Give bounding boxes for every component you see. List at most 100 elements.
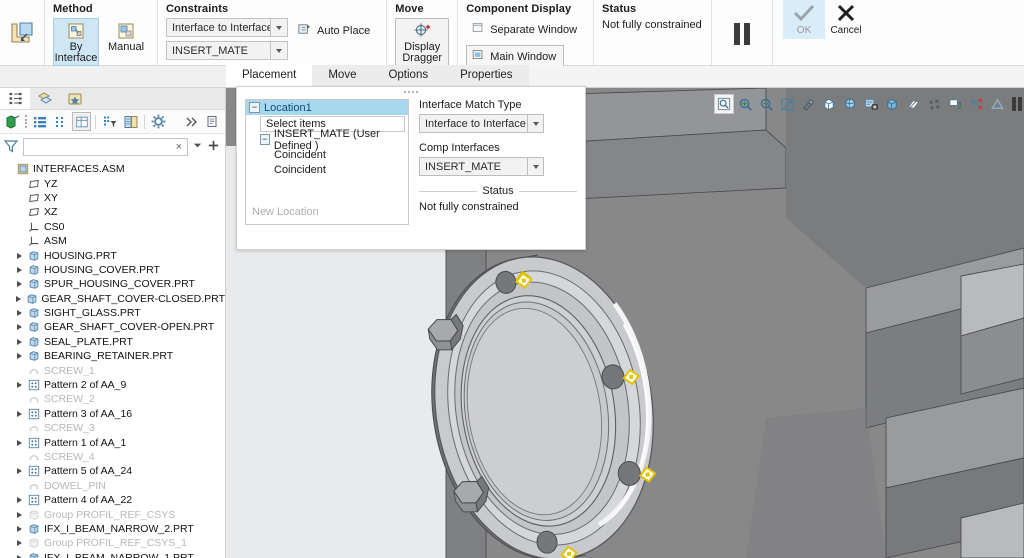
manual-button[interactable]: Manual	[103, 18, 149, 55]
chevron-down-icon[interactable]	[270, 19, 287, 36]
constraint-set-list[interactable]: − Location1 Select items − INSERT_MATE (…	[245, 99, 409, 225]
collapse-icon[interactable]: −	[249, 102, 260, 113]
filter-icon[interactable]	[3, 138, 19, 157]
add-filter-icon[interactable]	[207, 139, 220, 155]
filter-dropdown-icon[interactable]	[192, 140, 203, 154]
datum-display-icon[interactable]	[903, 94, 923, 114]
tree-item[interactable]: Pattern 4 of AA_22	[0, 493, 225, 507]
refit-icon[interactable]	[777, 94, 797, 114]
tree-item[interactable]: INTERFACES.ASM	[0, 162, 225, 176]
expand-arrow-icon[interactable]	[13, 324, 26, 331]
named-view-icon[interactable]	[819, 94, 839, 114]
panel-drag-handle[interactable]	[237, 87, 585, 97]
expand-arrow-icon[interactable]	[13, 281, 26, 288]
list-view-icon[interactable]	[30, 112, 49, 131]
spin-center-icon[interactable]	[966, 94, 986, 114]
favorites-tab[interactable]	[60, 88, 90, 109]
tree-item[interactable]: HOUSING.PRT	[0, 248, 225, 262]
repaint-icon[interactable]	[798, 94, 818, 114]
constraint-type-dropdown[interactable]: Interface to Interface	[166, 18, 288, 37]
tree-item[interactable]: YZ	[0, 176, 225, 190]
more-icon[interactable]	[182, 112, 201, 131]
tab-move[interactable]: Move	[312, 65, 373, 87]
location-set-row[interactable]: − Location1	[246, 100, 408, 115]
layer-tree-tab[interactable]	[30, 88, 60, 109]
zoom-out-icon[interactable]	[756, 94, 776, 114]
interface-match-type-dropdown[interactable]: Interface to Interface	[419, 114, 544, 133]
tree-item[interactable]: GEAR_SHAFT_COVER-OPEN.PRT	[0, 320, 225, 334]
expand-arrow-icon[interactable]	[13, 439, 26, 446]
tree-item[interactable]: IFX_I_BEAM_NARROW_2.PRT	[0, 522, 225, 536]
tree-item[interactable]: GEAR_SHAFT_COVER-CLOSED.PRT	[0, 292, 225, 306]
expand-arrow-icon[interactable]	[13, 353, 26, 360]
zoom-in-icon[interactable]	[735, 94, 755, 114]
tree-item[interactable]: HOUSING_COVER.PRT	[0, 263, 225, 277]
expand-arrow-icon[interactable]	[13, 468, 26, 475]
tree-item[interactable]: CS0	[0, 220, 225, 234]
sub-constraint-row-2[interactable]: Coincident	[246, 162, 408, 177]
annotation-display-icon[interactable]	[945, 94, 965, 114]
expand-arrow-icon[interactable]	[13, 266, 26, 273]
saved-orientation-icon[interactable]	[840, 94, 860, 114]
detail-view-icon[interactable]	[51, 112, 70, 131]
pause-button[interactable]	[720, 23, 764, 45]
collapse-icon-2[interactable]: −	[260, 134, 270, 145]
copy-icon[interactable]	[203, 112, 222, 131]
tree-item[interactable]: XY	[0, 191, 225, 205]
tree-item[interactable]: SIGHT_GLASS.PRT	[0, 306, 225, 320]
tree-item[interactable]: SCREW_1	[0, 363, 225, 377]
view-manager-icon[interactable]	[861, 94, 881, 114]
cancel-button[interactable]: Cancel	[825, 0, 867, 39]
tree-item[interactable]: Pattern 1 of AA_1	[0, 435, 225, 449]
constraint-row[interactable]: − INSERT_MATE (User Defined )	[246, 128, 408, 152]
expand-arrow-icon[interactable]	[13, 252, 26, 259]
tree-columns-icon[interactable]	[121, 112, 140, 131]
expand-arrow-icon[interactable]	[13, 511, 26, 518]
tree-item[interactable]: Group PROFIL_REF_CSYS	[0, 507, 225, 521]
tree-item[interactable]: SCREW_4	[0, 450, 225, 464]
tab-options[interactable]: Options	[372, 65, 445, 87]
tree-item[interactable]: Pattern 5 of AA_24	[0, 464, 225, 478]
expand-arrow-icon[interactable]	[13, 338, 26, 345]
tree-item[interactable]: DOWEL_PIN	[0, 479, 225, 493]
tree-filters-icon[interactable]	[100, 112, 119, 131]
ok-button[interactable]: OK	[783, 0, 826, 39]
tree-item[interactable]: Pattern 3 of AA_16	[0, 407, 225, 421]
auto-place-button[interactable]: Auto Place	[292, 19, 378, 43]
tree-search-input[interactable]: ×	[23, 138, 188, 156]
by-interface-button[interactable]: By Interface	[53, 18, 99, 66]
tree-item[interactable]: Pattern 2 of AA_9	[0, 378, 225, 392]
show-icon[interactable]	[3, 112, 22, 131]
constraint-interface-dropdown[interactable]: INSERT_MATE	[166, 41, 288, 60]
chevron-down-icon[interactable]	[527, 158, 543, 175]
tree-item[interactable]: SEAL_PLATE.PRT	[0, 335, 225, 349]
tree-item[interactable]: ASM	[0, 234, 225, 248]
model-tree[interactable]: INTERFACES.ASM YZ XY XZ CS0 ASM HOUSING.PRT HOU…	[0, 160, 225, 558]
separate-window-button[interactable]: Separate Window	[466, 18, 585, 41]
expand-arrow-icon[interactable]	[13, 410, 26, 417]
expand-arrow-icon[interactable]	[13, 295, 25, 302]
appearance-icon[interactable]	[987, 94, 1007, 114]
tree-item[interactable]: SCREW_3	[0, 421, 225, 435]
clear-icon[interactable]: ×	[174, 141, 184, 153]
toolbar-grip[interactable]	[24, 114, 28, 130]
expand-arrow-icon[interactable]	[13, 525, 26, 532]
columns-icon[interactable]	[72, 112, 91, 131]
new-location-label[interactable]: New Location	[252, 206, 319, 218]
tree-item[interactable]: SCREW_2	[0, 392, 225, 406]
zoom-box-icon[interactable]	[714, 94, 734, 114]
pause-icon[interactable]	[1012, 97, 1022, 111]
tree-item[interactable]: BEARING_RETAINER.PRT	[0, 349, 225, 363]
display-dragger-button[interactable]: Display Dragger	[395, 18, 450, 66]
settings-icon[interactable]	[149, 112, 168, 131]
sub-constraint-row-1[interactable]: Coincident	[246, 147, 408, 162]
expand-arrow-icon[interactable]	[13, 310, 26, 317]
expand-arrow-icon[interactable]	[13, 382, 26, 389]
point-display-icon[interactable]	[924, 94, 944, 114]
tree-item[interactable]: SPUR_HOUSING_COVER.PRT	[0, 277, 225, 291]
expand-arrow-icon[interactable]	[13, 497, 26, 504]
tree-item[interactable]: IFX_I_BEAM_NARROW_1.PRT	[0, 551, 225, 558]
model-tree-tab[interactable]	[0, 88, 30, 109]
tree-item[interactable]: XZ	[0, 205, 225, 219]
chevron-down-icon[interactable]	[527, 115, 543, 132]
